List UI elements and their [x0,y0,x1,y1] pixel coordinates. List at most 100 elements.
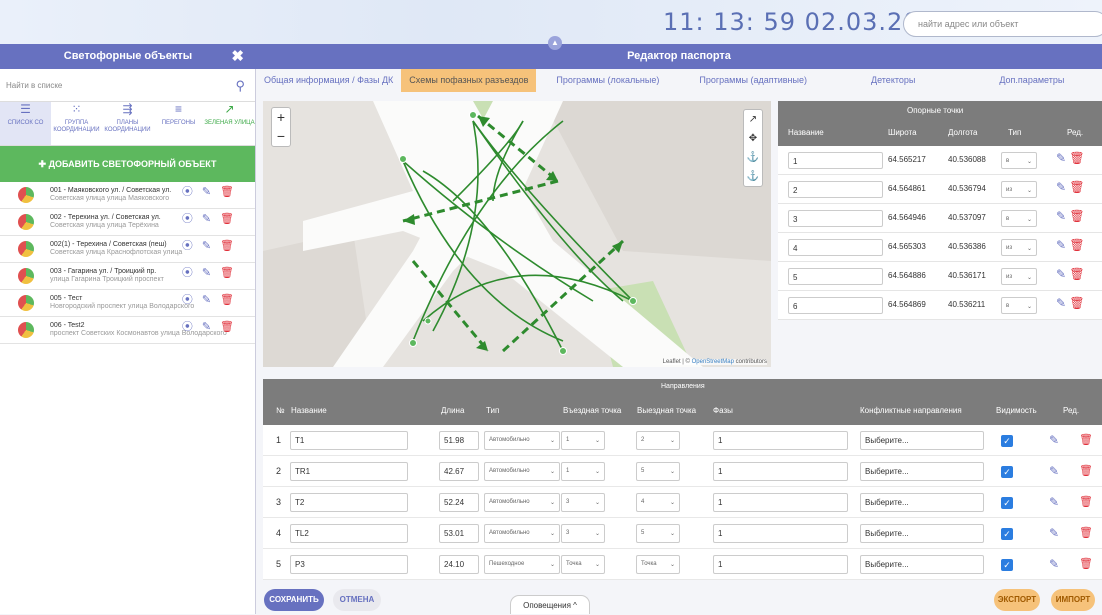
tab-detectors[interactable]: Детекторы [863,69,923,92]
zoom-in-button[interactable]: + [272,108,290,127]
point-name-input[interactable]: 3 [788,210,883,227]
trash-icon[interactable]: 🗑 [1069,151,1084,165]
list-item[interactable]: 003 - Гагарина ул. / Троицкий пр. улица Г… [0,263,255,290]
map-pin-icon[interactable]: ⦿ [182,213,202,225]
map-pin-icon[interactable]: ⦿ [182,186,202,198]
map-pin-icon[interactable]: ⦿ [182,294,202,306]
exit-point-select[interactable]: 5 ⌄ [636,462,680,481]
visibility-checkbox[interactable]: ✓ [1001,435,1013,447]
zoom-out-button[interactable]: − [272,127,290,146]
search-icon[interactable]: ⚲ [235,78,245,94]
direction-type-select[interactable]: Автомобильно ⌄ [484,524,560,543]
entry-point-select[interactable]: 3 ⌄ [561,493,605,512]
phases-input[interactable]: 1 [713,555,848,574]
exit-point-select[interactable]: 5 ⌄ [636,524,680,543]
exit-point-select[interactable]: Точка ⌄ [636,555,680,574]
edit-icon[interactable]: ✎ [202,294,220,306]
visibility-checkbox[interactable]: ✓ [1001,528,1013,540]
save-button[interactable]: СОХРАНИТЬ [264,589,324,611]
exit-point-select[interactable]: 2 ⌄ [636,431,680,450]
direction-name-input[interactable]: TL2 [290,524,408,543]
close-icon[interactable]: ✖ [231,44,244,69]
trash-icon[interactable]: 🗑 [220,240,243,252]
trash-icon[interactable]: 🗑 [1079,433,1093,446]
edit-icon[interactable]: ✎ [202,186,220,198]
type-select[interactable]: из ⌄ [1001,181,1037,198]
line-tool-icon[interactable]: ↗ [744,110,762,129]
direction-name-input[interactable]: T2 [290,493,408,512]
map-view[interactable]: + − ↗ ✥ ⚓ ⚓ Leaflet | © OpenStreetMap con… [263,101,771,367]
entry-point-select[interactable]: 1 ⌄ [561,431,605,450]
tab-extra-params[interactable]: Доп.параметры [991,69,1072,92]
direction-type-select[interactable]: Автомобильно ⌄ [484,462,560,481]
direction-name-input[interactable]: P3 [290,555,408,574]
map-pin-icon[interactable]: ⦿ [182,267,202,279]
type-select[interactable]: из ⌄ [1001,239,1037,256]
edit-icon[interactable]: ✎ [202,321,220,333]
conflicts-select[interactable]: Выберите... [860,524,984,543]
edit-icon[interactable]: ✎ [1049,526,1059,540]
anchor-add-tool-icon[interactable]: ⚓ [744,167,762,186]
phases-input[interactable]: 1 [713,524,848,543]
tab-list[interactable]: ☰ СПИСОК СО [0,102,51,145]
list-item[interactable]: 006 - Test2 проспект Советских Космонавто… [0,317,255,344]
map-pin-icon[interactable]: ⦿ [182,321,202,333]
trash-icon[interactable]: 🗑 [220,186,243,198]
direction-name-input[interactable]: T1 [290,431,408,450]
trash-icon[interactable]: 🗑 [220,321,243,333]
point-name-input[interactable]: 2 [788,181,883,198]
conflicts-select[interactable]: Выберите... [860,555,984,574]
map-canvas[interactable] [263,101,771,367]
type-select[interactable]: в ⌄ [1001,210,1037,227]
trash-icon[interactable]: 🗑 [1069,296,1084,310]
notifications-toggle[interactable]: Оповещения ^ [510,595,590,614]
point-name-input[interactable]: 4 [788,239,883,256]
edit-icon[interactable]: ✎ [1049,464,1059,478]
edit-icon[interactable]: ✎ [1049,557,1059,571]
edit-icon[interactable]: ✎ [202,267,220,279]
type-select[interactable]: в ⌄ [1001,297,1037,314]
export-button[interactable]: ЭКСПОРТ [994,589,1040,611]
trash-icon[interactable]: 🗑 [220,294,243,306]
list-item[interactable]: 005 - Тест Новгородский проспект улица Во… [0,290,255,317]
osm-link[interactable]: OpenStreetMap [692,359,734,365]
phases-input[interactable]: 1 [713,462,848,481]
conflicts-select[interactable]: Выберите... [860,493,984,512]
anchor-tool-icon[interactable]: ⚓ [744,148,762,167]
point-name-input[interactable]: 6 [788,297,883,314]
point-name-input[interactable]: 5 [788,268,883,285]
trash-icon[interactable]: 🗑 [1079,557,1093,570]
direction-type-select[interactable]: Автомобильно ⌄ [484,431,560,450]
direction-type-select[interactable]: Автомобильно ⌄ [484,493,560,512]
trash-icon[interactable]: 🗑 [1069,238,1084,252]
list-item[interactable]: 002(1) - Терехина / Советская (пеш) Совет… [0,236,255,263]
edit-icon[interactable]: ✎ [1056,267,1069,281]
point-name-input[interactable]: 1 [788,152,883,169]
trash-icon[interactable]: 🗑 [220,213,243,225]
entry-point-select[interactable]: 1 ⌄ [561,462,605,481]
cancel-button[interactable]: ОТМЕНА [333,589,381,611]
move-tool-icon[interactable]: ✥ [744,129,762,148]
type-select[interactable]: в ⌄ [1001,152,1037,169]
tab-phase-schemes[interactable]: Схемы пофазных разъездов [401,69,537,92]
map-pin-icon[interactable]: ⦿ [182,240,202,252]
list-item[interactable]: 001 - Маяковского ул. / Советская ул. Сов… [0,182,255,209]
edit-icon[interactable]: ✎ [202,213,220,225]
entry-point-select[interactable]: Точка ⌄ [561,555,605,574]
tab-local-programs[interactable]: Программы (локальные) [548,69,667,92]
edit-icon[interactable]: ✎ [1056,180,1069,194]
tab-coord-plans[interactable]: ⇶ ПЛАНЫ КООРДИНАЦИИ [102,102,153,145]
add-object-button[interactable]: ✚ ДОБАВИТЬ СВЕТОФОРНЫЙ ОБЪЕКТ [0,146,255,182]
address-search-input[interactable]: найти адрес или объект [903,11,1102,37]
tab-stretches[interactable]: ≡ ПЕРЕГОНЫ [153,102,204,145]
trash-icon[interactable]: 🗑 [1069,267,1084,281]
trash-icon[interactable]: 🗑 [1079,526,1093,539]
edit-icon[interactable]: ✎ [1056,238,1069,252]
tab-green-street[interactable]: ↗ ЗЕЛЕНАЯ УЛИЦА [204,102,255,145]
type-select[interactable]: из ⌄ [1001,268,1037,285]
chevron-up-icon[interactable]: ▲ [548,36,562,50]
trash-icon[interactable]: 🗑 [1069,180,1084,194]
edit-icon[interactable]: ✎ [1049,495,1059,509]
trash-icon[interactable]: 🗑 [220,267,243,279]
conflicts-select[interactable]: Выберите... [860,462,984,481]
